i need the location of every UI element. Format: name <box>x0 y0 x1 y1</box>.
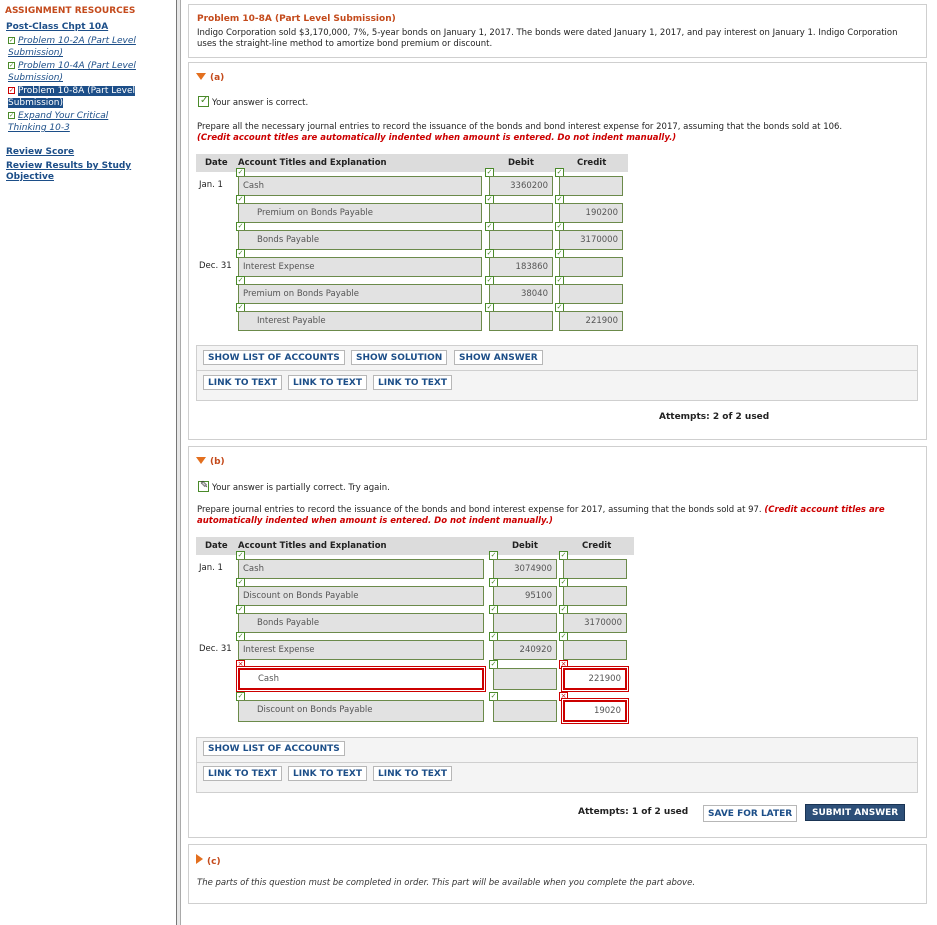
account-title-input[interactable]: Cash <box>238 668 484 690</box>
part-b-table-header: Date Account Titles and Explanation Debi… <box>196 537 634 555</box>
credit-input[interactable]: 3170000 <box>559 230 623 250</box>
debit-input[interactable] <box>493 613 557 633</box>
part-c-header[interactable]: (c) <box>196 854 221 867</box>
save-for-later-button[interactable]: SAVE FOR LATER <box>703 805 798 822</box>
entry-date: Jan. 1 <box>199 563 223 573</box>
part-a-attempts: Attempts: 2 of 2 used <box>659 412 770 422</box>
account-title-input[interactable]: Cash <box>238 176 482 196</box>
debit-input[interactable]: 3074900 <box>493 559 557 579</box>
collapse-triangle-icon <box>196 73 206 80</box>
sidebar-item-problem-10-2a[interactable]: ✓ Problem 10-2A (Part Level Submission) <box>8 35 148 59</box>
submit-answer-button[interactable]: SUBMIT ANSWER <box>805 804 906 821</box>
check-icon: ✓ <box>8 37 15 44</box>
link-to-text-button[interactable]: LINK TO TEXT <box>203 766 283 781</box>
account-title-input[interactable]: Premium on Bonds Payable <box>238 203 482 223</box>
show-list-of-accounts-button[interactable]: SHOW LIST OF ACCOUNTS <box>203 741 345 756</box>
debit-input[interactable] <box>493 700 557 722</box>
debit-input[interactable] <box>489 230 553 250</box>
credit-input[interactable]: 190200 <box>559 203 623 223</box>
sidebar-item-problem-10-4a[interactable]: ✓ Problem 10-4A (Part Level Submission) <box>8 60 148 84</box>
entry-date: Jan. 1 <box>199 180 223 190</box>
part-a-header[interactable]: (a) <box>196 73 224 83</box>
debit-input[interactable]: 95100 <box>493 586 557 606</box>
credit-input[interactable]: 221900 <box>559 311 623 331</box>
sidebar-item-problem-10-8a[interactable]: ✓ Problem 10-8A (Part Level Submission) <box>8 85 148 109</box>
part-b-attempts: Attempts: 1 of 2 used <box>578 807 689 817</box>
part-b-header[interactable]: (b) <box>196 457 225 467</box>
problem-description: Indigo Corporation sold $3,170,000, 7%, … <box>197 28 898 49</box>
account-title-input[interactable]: Interest Payable <box>238 311 482 331</box>
account-title-input[interactable]: Interest Expense <box>238 257 482 277</box>
check-icon: ✓ <box>8 87 15 94</box>
sidebar: ASSIGNMENT RESOURCES Post-Class Chpt 10A… <box>0 0 176 925</box>
sidebar-chapter-link[interactable]: Post-Class Chpt 10A <box>6 22 108 32</box>
review-score-link[interactable]: Review Score <box>6 147 74 157</box>
show-list-of-accounts-button[interactable]: SHOW LIST OF ACCOUNTS <box>203 350 345 365</box>
problem-title: Problem 10-8A (Part Level Submission) <box>197 14 396 24</box>
show-answer-button[interactable]: SHOW ANSWER <box>454 350 543 365</box>
part-c-note: The parts of this question must be compl… <box>197 878 696 888</box>
credit-input[interactable] <box>563 586 627 606</box>
account-title-input[interactable]: Discount on Bonds Payable <box>238 586 484 606</box>
part-c-panel <box>188 844 927 904</box>
link-to-text-button[interactable]: LINK TO TEXT <box>203 375 283 390</box>
review-results-link[interactable]: Review Results by Study Objective <box>6 161 156 183</box>
problem-header-panel: Problem 10-8A (Part Level Submission) In… <box>188 4 927 58</box>
collapse-triangle-icon <box>196 457 206 464</box>
debit-input[interactable] <box>489 311 553 331</box>
credit-input[interactable] <box>563 559 627 579</box>
link-to-text-button[interactable]: LINK TO TEXT <box>373 375 453 390</box>
check-icon: ✓ <box>198 95 209 107</box>
credit-input[interactable] <box>559 284 623 304</box>
sidebar-title: ASSIGNMENT RESOURCES <box>5 6 136 16</box>
link-to-text-button[interactable]: LINK TO TEXT <box>288 766 368 781</box>
link-to-text-button[interactable]: LINK TO TEXT <box>373 766 453 781</box>
entry-date: Dec. 31 <box>199 261 232 271</box>
part-a-instruction: Prepare all the necessary journal entrie… <box>197 122 843 143</box>
part-a-status: ✓ Your answer is correct. <box>198 95 309 108</box>
credit-input[interactable] <box>559 257 623 277</box>
account-title-input[interactable]: Bonds Payable <box>238 613 484 633</box>
credit-input[interactable] <box>563 640 627 660</box>
credit-input[interactable]: 221900 <box>563 668 627 690</box>
pencil-icon: ✎ <box>198 480 209 492</box>
credit-input[interactable]: 19020 <box>563 700 627 722</box>
part-b-instruction: Prepare journal entries to record the is… <box>197 505 885 526</box>
account-title-input[interactable]: Discount on Bonds Payable <box>238 700 484 722</box>
debit-input[interactable]: 3360200 <box>489 176 553 196</box>
sidebar-divider[interactable] <box>176 0 181 925</box>
debit-input[interactable] <box>489 203 553 223</box>
account-title-input[interactable]: Premium on Bonds Payable <box>238 284 482 304</box>
account-title-input[interactable]: Interest Expense <box>238 640 484 660</box>
show-solution-button[interactable]: SHOW SOLUTION <box>351 350 448 365</box>
entry-date: Dec. 31 <box>199 644 232 654</box>
debit-input[interactable]: 240920 <box>493 640 557 660</box>
credit-input[interactable] <box>559 176 623 196</box>
debit-input[interactable] <box>493 668 557 690</box>
link-to-text-button[interactable]: LINK TO TEXT <box>288 375 368 390</box>
expand-triangle-icon <box>196 854 203 864</box>
account-title-input[interactable]: Cash <box>238 559 484 579</box>
account-title-input[interactable]: Bonds Payable <box>238 230 482 250</box>
sidebar-item-critical-thinking[interactable]: ✓ Expand Your Critical Thinking 10-3 <box>8 110 148 134</box>
check-icon: ✓ <box>8 62 15 69</box>
debit-input[interactable]: 183860 <box>489 257 553 277</box>
part-b-status: ✎ Your answer is partially correct. Try a… <box>198 480 390 493</box>
check-icon: ✓ <box>8 112 15 119</box>
debit-input[interactable]: 38040 <box>489 284 553 304</box>
credit-input[interactable]: 3170000 <box>563 613 627 633</box>
